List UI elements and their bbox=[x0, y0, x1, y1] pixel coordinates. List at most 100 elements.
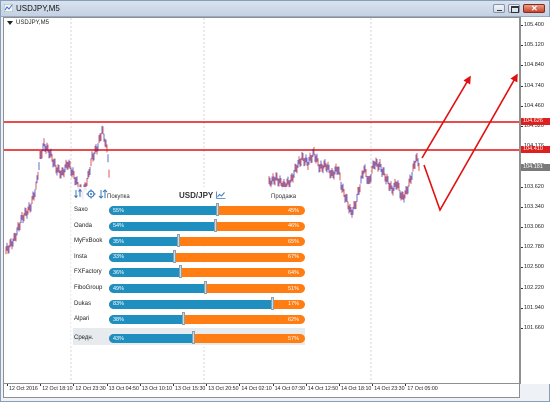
window-title: USDJPY,M5 bbox=[16, 4, 60, 13]
sentiment-bar: 38% 62% bbox=[109, 315, 305, 325]
sell-percent: 51% bbox=[287, 285, 299, 292]
sort-icon[interactable] bbox=[74, 189, 84, 199]
sentiment-bar: 35% 65% bbox=[109, 237, 305, 247]
price-tick bbox=[521, 45, 523, 47]
time-label: 13 Oct 20:50 bbox=[208, 386, 239, 392]
sentiment-bar: 43% 57% bbox=[109, 334, 305, 343]
split-marker bbox=[176, 234, 180, 248]
price-tick bbox=[521, 65, 523, 67]
buy-percent: 49% bbox=[113, 285, 125, 292]
sell-percent: 65% bbox=[287, 238, 299, 245]
level-price-tag: 104.626 bbox=[521, 118, 550, 125]
broker-row[interactable]: FXFactory 36% 64% bbox=[71, 265, 307, 279]
minimize-icon bbox=[497, 10, 502, 11]
buy-percent: 54% bbox=[113, 223, 125, 230]
broker-row[interactable]: FiboGroup 49% 51% bbox=[71, 281, 307, 294]
time-tick bbox=[173, 384, 174, 386]
time-label: 12 Oct 23:30 bbox=[75, 386, 106, 392]
price-tick bbox=[521, 105, 523, 107]
split-marker bbox=[178, 265, 182, 279]
dropdown-arrow-icon[interactable] bbox=[7, 21, 13, 25]
split-marker bbox=[192, 331, 196, 344]
sentiment-panel: Покупка USD/JPY Продажа Saxo 55% 45% Oanda 5… bbox=[71, 187, 307, 347]
time-label: 13 Oct 04:50 bbox=[108, 386, 139, 392]
sentiment-bar: 36% 64% bbox=[109, 268, 305, 278]
time-label: 14 Oct 23:30 bbox=[374, 386, 405, 392]
time-label: 13 Oct 15:30 bbox=[175, 386, 206, 392]
broker-name: MyFxBook bbox=[74, 238, 103, 245]
broker-row[interactable]: Alpari 38% 62% bbox=[71, 312, 307, 326]
buy-percent: 43% bbox=[113, 335, 125, 342]
price-label: 105.120 bbox=[524, 42, 544, 49]
broker-row[interactable]: Saxo 55% 45% bbox=[71, 203, 307, 216]
price-label: 103.060 bbox=[524, 224, 544, 230]
broker-row[interactable]: Dukas 83% 17% bbox=[71, 296, 307, 310]
settings-icon[interactable] bbox=[86, 189, 96, 199]
split-marker bbox=[213, 218, 217, 232]
forecast-arrow-up bbox=[421, 75, 471, 159]
time-label: 14 Oct 12:50 bbox=[307, 386, 339, 392]
broker-name: Dukas bbox=[74, 300, 92, 307]
minimize-button[interactable] bbox=[493, 4, 505, 13]
time-tick bbox=[239, 384, 241, 386]
split-marker bbox=[204, 281, 208, 294]
broker-name: FXFactory bbox=[74, 269, 102, 276]
sell-percent: 45% bbox=[287, 207, 299, 214]
price-tick bbox=[521, 287, 523, 289]
title-bar[interactable]: USDJPY,M5 ✕ bbox=[1, 1, 549, 17]
broker-row[interactable]: MyFxBook 35% 65% bbox=[71, 234, 307, 248]
price-tick bbox=[521, 227, 523, 228]
time-tick bbox=[7, 384, 8, 386]
buy-percent: 83% bbox=[113, 301, 125, 308]
broker-row[interactable]: Oanda 54% 46% bbox=[71, 218, 307, 232]
time-tick bbox=[405, 384, 407, 386]
time-label: 14 Oct 18:10 bbox=[341, 386, 372, 392]
price-tick bbox=[521, 206, 523, 208]
buy-percent: 38% bbox=[113, 316, 125, 323]
close-icon: ✕ bbox=[531, 4, 538, 13]
maximize-icon bbox=[511, 6, 519, 13]
buy-header: Покупка bbox=[107, 194, 130, 200]
level-price-tag: 104.410 bbox=[521, 146, 550, 153]
symbol-label: USDJPY,M5 bbox=[16, 20, 49, 26]
price-tick bbox=[521, 307, 523, 309]
price-label: 103.620 bbox=[524, 183, 544, 190]
sell-percent: 46% bbox=[287, 223, 299, 230]
price-tick bbox=[521, 85, 523, 87]
price-axis[interactable]: 105.400 105.120 104.840 104.740 104.460 104.3… bbox=[520, 17, 550, 384]
trend-chart-icon[interactable] bbox=[216, 191, 226, 199]
buy-percent: 35% bbox=[113, 238, 125, 245]
sentiment-bar: 55% 45% bbox=[109, 206, 305, 215]
price-label: 101.660 bbox=[524, 325, 544, 331]
buy-fill bbox=[109, 221, 215, 231]
time-tick bbox=[305, 384, 307, 386]
price-label: 104.740 bbox=[524, 82, 544, 89]
time-axis[interactable]: 12 Oct 2016 12 Oct 18:10 12 Oct 23:30 13 Oc… bbox=[3, 384, 520, 398]
split-marker bbox=[182, 312, 186, 326]
average-row[interactable]: Средн. 43% 57% bbox=[71, 331, 307, 344]
chart-app-icon bbox=[4, 4, 13, 12]
buy-fill bbox=[109, 299, 272, 309]
time-tick bbox=[339, 384, 340, 386]
split-marker bbox=[172, 249, 176, 263]
forecast-arrow-dip-up bbox=[423, 73, 518, 212]
broker-name: Oanda bbox=[74, 222, 93, 229]
broker-name: Средн. bbox=[74, 335, 94, 341]
price-label: 103.340 bbox=[524, 203, 544, 210]
time-tick bbox=[73, 384, 75, 386]
broker-name: FiboGroup bbox=[74, 285, 103, 291]
time-tick bbox=[40, 384, 42, 386]
maximize-button[interactable] bbox=[508, 4, 520, 13]
broker-name: Insta bbox=[74, 253, 88, 260]
buy-fill bbox=[109, 206, 217, 215]
time-tick bbox=[372, 384, 374, 386]
time-label: 17 Oct 05:00 bbox=[407, 386, 438, 392]
close-button[interactable]: ✕ bbox=[523, 4, 545, 13]
broker-row[interactable]: Insta 33% 67% bbox=[71, 249, 307, 263]
time-tick bbox=[206, 384, 208, 386]
time-label: 13 Oct 10:10 bbox=[141, 386, 173, 392]
price-tick bbox=[521, 25, 523, 26]
price-tick bbox=[521, 126, 523, 127]
broker-name: Alpari bbox=[74, 316, 90, 323]
price-label: 102.500 bbox=[524, 264, 544, 271]
